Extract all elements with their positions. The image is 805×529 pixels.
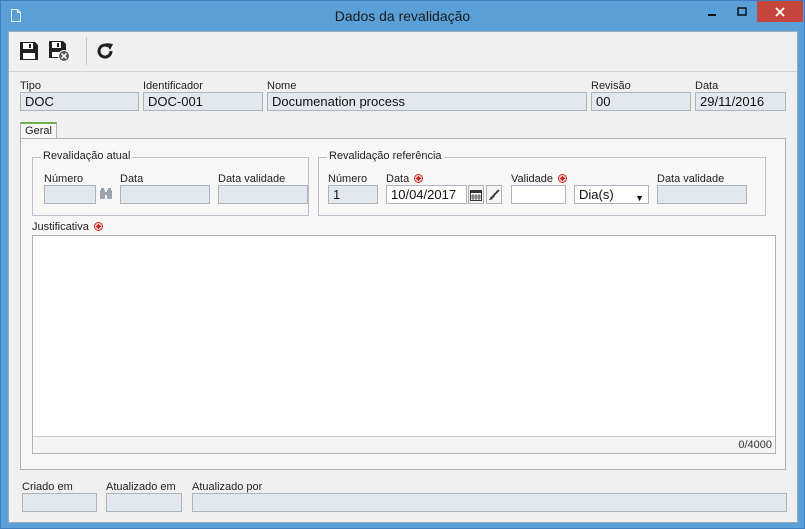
tab-geral[interactable]: Geral [20, 122, 57, 139]
revisao-field[interactable]: 00 [591, 92, 691, 111]
toolbar-separator [86, 37, 87, 65]
ref-data-field[interactable]: 10/04/2017 [386, 185, 467, 204]
atualizado-por-label: Atualizado por [192, 481, 263, 493]
calendar-button[interactable] [468, 185, 484, 204]
atualizado-em-field[interactable] [106, 493, 182, 512]
atualizado-em-label: Atualizado em [106, 481, 176, 493]
revalidacao-atual-group: Revalidação atual Número Data Data valid… [32, 150, 309, 216]
atual-numero-field[interactable] [44, 185, 96, 204]
required-icon [93, 222, 103, 231]
tipo-label: Tipo [20, 80, 41, 92]
save-button[interactable] [17, 39, 41, 63]
ref-unidade-value: Dia(s) [579, 187, 614, 202]
ref-data-validade-label: Data validade [657, 173, 725, 185]
window-title: Dados da revalidação [334, 8, 471, 24]
dialog-content: Tipo DOC Identificador DOC-001 Nome Docu… [8, 31, 798, 523]
clear-date-button[interactable] [486, 185, 502, 204]
ref-numero-label: Número [328, 173, 368, 185]
close-icon [775, 6, 785, 17]
maximize-button[interactable] [728, 1, 756, 22]
save-and-close-button[interactable] [47, 39, 71, 63]
required-icon [414, 174, 424, 183]
ref-unidade-select[interactable]: Dia(s) ▼ [574, 185, 649, 204]
criado-em-field[interactable] [22, 493, 97, 512]
required-icon [558, 174, 568, 183]
toolbar [9, 32, 797, 72]
justificativa-label: Justificativa [32, 221, 103, 233]
data-label: Data [695, 80, 719, 92]
nome-field[interactable]: Documenation process [267, 92, 587, 111]
character-counter: 0/4000 [33, 436, 775, 453]
identificador-label: Identificador [143, 80, 203, 92]
nome-label: Nome [267, 80, 297, 92]
binoculars-button[interactable] [99, 187, 113, 201]
atual-data-field[interactable] [120, 185, 210, 204]
ref-numero-field[interactable]: 1 [328, 185, 378, 204]
atualizado-por-field[interactable] [192, 493, 787, 512]
revalidacao-referencia-group: Revalidação referência Número 1 Data 10/… [318, 150, 766, 216]
save-icon [20, 42, 38, 60]
dialog-window: Dados da revalidação Tipo DOC Identifica… [0, 0, 805, 529]
justificativa-textarea[interactable]: 0/4000 [32, 235, 776, 454]
ref-data-validade-field[interactable] [657, 185, 747, 204]
title-bar[interactable]: Dados da revalidação [1, 1, 804, 31]
minimize-icon [708, 13, 716, 16]
minimize-button[interactable] [698, 1, 726, 22]
revalidacao-referencia-title: Revalidação referência [327, 150, 444, 162]
calendar-icon [470, 189, 482, 201]
maximize-icon [737, 6, 747, 16]
refresh-icon [97, 43, 113, 59]
justificativa-text [33, 236, 775, 242]
ref-data-label: Data [386, 173, 424, 185]
atual-data-validade-field[interactable] [218, 185, 308, 204]
justificativa-label-text: Justificativa [32, 221, 89, 233]
atual-data-validade-label: Data validade [218, 173, 286, 185]
tab-panel-geral: Revalidação atual Número Data Data valid… [20, 138, 786, 470]
criado-em-label: Criado em [22, 481, 73, 493]
tipo-field[interactable]: DOC [20, 92, 139, 111]
binoculars-icon [100, 188, 112, 199]
ref-data-label-text: Data [386, 173, 410, 185]
ref-validade-label-text: Validade [511, 173, 553, 185]
refresh-button[interactable] [93, 39, 117, 63]
broom-icon [489, 188, 500, 200]
ref-validade-field[interactable] [511, 185, 566, 204]
save-close-icon [49, 41, 70, 62]
identificador-field[interactable]: DOC-001 [143, 92, 263, 111]
atual-data-label: Data [120, 173, 144, 185]
close-button[interactable] [757, 1, 803, 22]
atual-numero-label: Número [44, 173, 84, 185]
ref-validade-label: Validade [511, 173, 568, 185]
dropdown-arrow-icon: ▼ [635, 193, 644, 203]
data-field[interactable]: 29/11/2016 [695, 92, 786, 111]
revisao-label: Revisão [591, 80, 631, 92]
revalidacao-atual-title: Revalidação atual [41, 150, 133, 162]
